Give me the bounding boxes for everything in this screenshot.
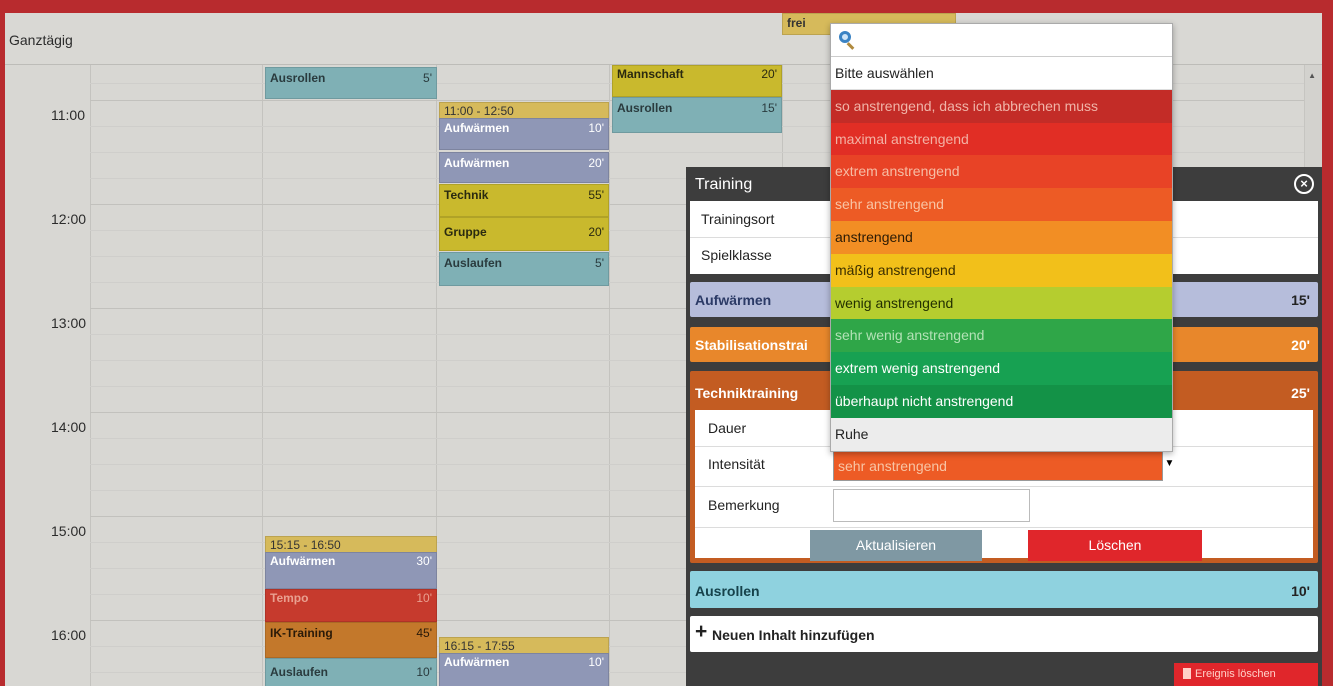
bemerkung-textarea[interactable] [833,489,1030,522]
dropdown-option[interactable]: sehr anstrengend [831,188,1172,221]
update-button[interactable]: Aktualisieren [810,530,982,561]
time-label: 16:00 [51,627,87,643]
dropdown-option[interactable]: überhaupt nicht anstrengend [831,384,1172,418]
scroll-up-icon[interactable]: ▲ [1308,71,1316,80]
intensitaet-select[interactable]: sehr anstrengend ▼ [833,449,1176,481]
add-content-button[interactable]: + Neuen Inhalt hinzufügen [690,616,1318,652]
chevron-down-icon: ▼ [1162,449,1176,481]
time-label: 11:00 [51,107,85,123]
calendar-event[interactable]: Ausrollen 15' [612,97,782,133]
dropdown-option[interactable]: Ruhe [831,417,1172,451]
calendar-event[interactable]: Aufwärmen 30' [265,552,437,589]
dropdown-option[interactable]: anstrengend [831,220,1172,254]
intensitaet-select-value: sehr anstrengend [838,458,947,474]
time-label: 14:00 [51,419,87,435]
intensity-dropdown: Bitte auswählen so anstrengend, dass ich… [830,23,1173,452]
dropdown-option[interactable]: extrem wenig anstrengend [831,352,1172,385]
delete-button[interactable]: Löschen [1028,530,1202,561]
plus-icon: + [695,620,708,643]
content-item-ausrollen[interactable]: Ausrollen 10' [690,571,1318,608]
dropdown-option[interactable]: wenig anstrengend [831,286,1172,320]
panel-title: Training [695,176,753,193]
dropdown-option[interactable]: mäßig anstrengend [831,253,1172,287]
time-label: 13:00 [51,315,87,331]
calendar-event[interactable]: Gruppe 20' [439,217,609,251]
calendar-event[interactable]: Technik 55' [439,184,609,217]
calendar-event[interactable]: Auslaufen 10' [265,658,437,686]
close-icon[interactable]: × [1294,174,1314,194]
calendar-event[interactable]: Aufwärmen 10' [439,118,609,150]
techniktraining-label[interactable]: Techniktraining [695,385,798,401]
intensitaet-label: Intensität [708,456,765,472]
calendar-event[interactable]: IK-Training 45' [265,622,437,658]
search-icon [839,31,851,43]
calendar-event[interactable]: Ausrollen 5' [265,67,437,99]
dropdown-option-placeholder[interactable]: Bitte auswählen [831,57,1172,90]
calendar-event[interactable]: Mannschaft 20' [612,65,782,97]
techniktraining-duration: 25' [1291,385,1310,401]
dauer-label: Dauer [708,420,747,436]
calendar-event[interactable]: Aufwärmen 20' [439,152,609,183]
trash-icon [1183,668,1191,679]
time-label: 15:00 [51,523,87,539]
calendar-event[interactable]: Auslaufen 5' [439,252,609,286]
dropdown-option[interactable]: extrem anstrengend [831,155,1172,189]
allday-event-label: frei [787,16,806,30]
delete-event-button[interactable]: Ereignis löschen [1174,663,1318,686]
spielklasse-label: Spielklasse [701,247,772,263]
dropdown-search-input[interactable] [831,24,1172,57]
dropdown-option[interactable]: sehr wenig anstrengend [831,319,1172,353]
allday-label: Ganztägig [9,32,73,48]
trainingsort-label: Trainingsort [701,211,775,227]
dropdown-option[interactable]: so anstrengend, dass ich abbrechen muss [831,89,1172,123]
calendar-event[interactable]: Tempo 10' [265,589,437,622]
calendar-event[interactable]: Aufwärmen 10' [439,653,609,686]
time-label: 12:00 [51,211,87,227]
bemerkung-label: Bemerkung [708,497,780,513]
dropdown-option[interactable]: maximal anstrengend [831,122,1172,156]
